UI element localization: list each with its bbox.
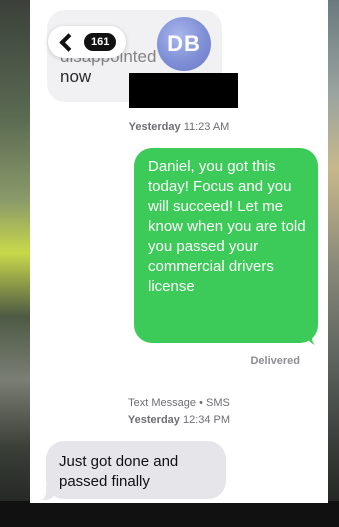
timestamp-1: Yesterday 11:23 AM xyxy=(30,120,328,135)
timestamp-2-time: 12:34 PM xyxy=(182,414,231,426)
bottom-edge xyxy=(0,501,339,527)
unread-count-badge: 161 xyxy=(84,33,117,51)
previous-message-text-last: now xyxy=(60,67,92,86)
timestamp-2-day: Yesterday xyxy=(127,414,180,426)
chevron-left-icon xyxy=(59,32,78,52)
back-button[interactable]: 161 xyxy=(48,26,126,58)
timestamp-1-day: Yesterday xyxy=(128,121,181,133)
sent-message-bubble[interactable]: Daniel, you got this today! Focus and yo… xyxy=(134,148,318,343)
contact-avatar[interactable]: DB xyxy=(157,17,211,71)
messages-screen: a little disappointed now 161 DB Yesterd… xyxy=(30,0,328,503)
service-label: Text Message • SMS xyxy=(128,397,230,409)
delivered-status: Delivered xyxy=(250,355,300,367)
timestamp-1-time: 11:23 AM xyxy=(183,121,230,133)
timestamp-2: Yesterday 12:34 PM xyxy=(30,413,328,428)
redacted-contact-name xyxy=(129,73,238,108)
received-message-bubble[interactable]: Just got done and passed finally xyxy=(46,441,226,499)
